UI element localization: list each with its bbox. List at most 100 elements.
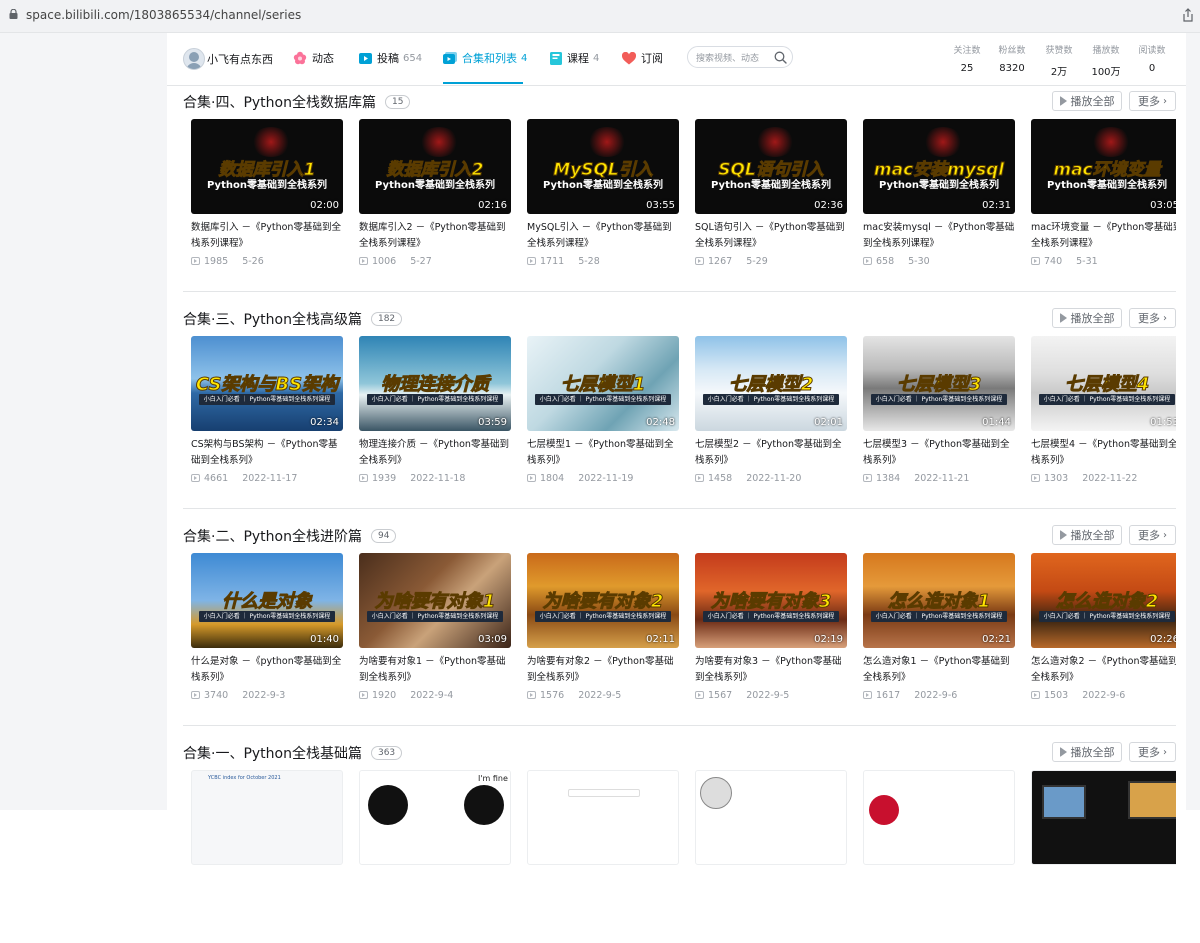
tab-uploads[interactable]: 投稿 654 [359, 50, 422, 66]
stat-followers[interactable]: 粉丝数 8320 [991, 43, 1033, 74]
stat-value: 100万 [1091, 67, 1121, 78]
video-thumbnail[interactable] [695, 770, 847, 865]
video-card[interactable]: mac安装mysql Python零基础到全栈系列 02:31 mac安装mysql … [863, 119, 1015, 268]
video-title[interactable]: MySQL引入 －《Python零基础到全栈系列课程》 [527, 220, 679, 252]
video-thumbnail[interactable] [527, 770, 679, 865]
video-card[interactable]: 数据库引入1 Python零基础到全栈系列 02:00 数据库引入 －《Python零… [191, 119, 343, 268]
video-title[interactable]: 数据库引入 －《Python零基础到全栈系列课程》 [191, 220, 343, 252]
video-card[interactable]: 七层模型4 小白入门必看 ｜ Python零基础到全栈系列课程 01:53 七层模型4… [1031, 336, 1176, 485]
thumbnail-subtitle: 小白入门必看 ｜ Python零基础到全栈系列课程 [1039, 611, 1175, 622]
video-card[interactable]: YCBC index for October 2021 [191, 770, 343, 865]
tab-collections[interactable]: 合集和列表 4 [443, 50, 527, 66]
video-title[interactable]: SQL语句引入 －《Python零基础到全栈系列课程》 [695, 220, 847, 252]
url-text[interactable]: space.bilibili.com/1803865534/channel/se… [26, 8, 301, 22]
video-thumbnail[interactable]: 为啥要有对象1 小白入门必看 ｜ Python零基础到全栈系列课程 03:09 [359, 553, 511, 648]
thumbnail-subtitle: Python零基础到全栈系列 [207, 180, 327, 191]
video-card[interactable] [1031, 770, 1176, 865]
video-thumbnail[interactable]: 七层模型4 小白入门必看 ｜ Python零基础到全栈系列课程 01:53 [1031, 336, 1176, 431]
video-card[interactable]: 七层模型1 小白入门必看 ｜ Python零基础到全栈系列课程 02:48 七层模型1… [527, 336, 679, 485]
tab-courses[interactable]: 课程 4 [550, 50, 599, 66]
video-title[interactable]: mac环境变量 －《Python零基础到全栈系列课程》 [1031, 220, 1176, 252]
video-thumbnail[interactable]: YCBC index for October 2021 [191, 770, 343, 865]
video-thumbnail[interactable]: 数据库引入2 Python零基础到全栈系列 02:16 [359, 119, 511, 214]
stat-following[interactable]: 关注数 25 [946, 43, 988, 74]
video-title[interactable]: CS架构与BS架构 －《Python零基础到全栈系列》 [191, 437, 343, 469]
video-title[interactable]: 七层模型4 －《Python零基础到全栈系列》 [1031, 437, 1176, 469]
video-title[interactable]: 为啥要有对象3 －《Python零基础到全栈系列》 [695, 654, 847, 686]
video-thumbnail[interactable]: mac安装mysql Python零基础到全栈系列 02:31 [863, 119, 1015, 214]
publish-date: 2022-9-6 [1082, 689, 1126, 701]
profile-nav: 小飞有点东西 动态 投稿 654 合集和列表 4 课程 4 订阅 搜索视频、动态… [167, 33, 1186, 86]
video-thumbnail[interactable] [1031, 770, 1176, 865]
video-card[interactable]: CS架构与BS架构 小白入门必看 ｜ Python零基础到全栈系列课程 02:34 C… [191, 336, 343, 485]
video-thumbnail[interactable]: 七层模型3 小白入门必看 ｜ Python零基础到全栈系列课程 01:44 [863, 336, 1015, 431]
video-title[interactable]: 七层模型1 －《Python零基础到全栈系列》 [527, 437, 679, 469]
video-card[interactable] [527, 770, 679, 865]
video-title[interactable]: 物理连接介质 －《Python零基础到全栈系列》 [359, 437, 511, 469]
meme-face [700, 777, 732, 809]
video-title[interactable]: 什么是对象 －《python零基础到全栈系列》 [191, 654, 343, 686]
video-thumbnail[interactable]: 物理连接介质 小白入门必看 ｜ Python零基础到全栈系列课程 03:59 [359, 336, 511, 431]
search-icon[interactable] [774, 51, 787, 64]
stat-label: 获赞数 [1045, 46, 1073, 56]
video-card[interactable]: 七层模型2 小白入门必看 ｜ Python零基础到全栈系列课程 02:01 七层模型2… [695, 336, 847, 485]
video-thumbnail[interactable]: 为啥要有对象3 小白入门必看 ｜ Python零基础到全栈系列课程 02:19 [695, 553, 847, 648]
tab-subscriptions[interactable]: 订阅 [622, 50, 663, 66]
publish-date: 2022-9-5 [578, 689, 622, 701]
tab-dynamic[interactable]: 动态 [293, 50, 334, 66]
video-card[interactable]: 怎么造对象1 小白入门必看 ｜ Python零基础到全栈系列课程 02:21 怎么造对… [863, 553, 1015, 702]
video-card[interactable]: 为啥要有对象1 小白入门必看 ｜ Python零基础到全栈系列课程 03:09 为啥要… [359, 553, 511, 702]
video-thumbnail[interactable]: 怎么造对象2 小白入门必看 ｜ Python零基础到全栈系列课程 02:26 [1031, 553, 1176, 648]
video-thumbnail[interactable]: 数据库引入1 Python零基础到全栈系列 02:00 [191, 119, 343, 214]
video-thumbnail[interactable]: CS架构与BS架构 小白入门必看 ｜ Python零基础到全栈系列课程 02:34 [191, 336, 343, 431]
video-card[interactable] [863, 770, 1015, 865]
thumbnail-subtitle: 小白入门必看 ｜ Python零基础到全栈系列课程 [703, 611, 839, 622]
publish-date: 2022-11-22 [1082, 472, 1138, 484]
video-title[interactable]: 怎么造对象2 －《Python零基础到全栈系列》 [1031, 654, 1176, 686]
video-title[interactable]: 七层模型3 －《Python零基础到全栈系列》 [863, 437, 1015, 469]
video-title[interactable]: 数据库引入2 －《Python零基础到全栈系列课程》 [359, 220, 511, 252]
video-title[interactable]: 七层模型2 －《Python零基础到全栈系列》 [695, 437, 847, 469]
video-thumbnail[interactable]: 七层模型2 小白入门必看 ｜ Python零基础到全栈系列课程 02:01 [695, 336, 847, 431]
video-card[interactable]: mac环境变量 Python零基础到全栈系列 03:05 mac环境变量 －《Pyth… [1031, 119, 1176, 268]
video-thumbnail[interactable]: mac环境变量 Python零基础到全栈系列 03:05 [1031, 119, 1176, 214]
avatar[interactable] [183, 48, 205, 70]
username[interactable]: 小飞有点东西 [207, 51, 273, 67]
publish-date: 2022-9-3 [242, 689, 286, 701]
video-card[interactable]: MySQL引入 Python零基础到全栈系列 03:55 MySQL引入 －《Pyth… [527, 119, 679, 268]
video-card[interactable]: SQL语句引入 Python零基础到全栈系列 02:36 SQL语句引入 －《Pyth… [695, 119, 847, 268]
video-title[interactable]: 为啥要有对象1 －《Python零基础到全栈系列》 [359, 654, 511, 686]
video-card[interactable]: 物理连接介质 小白入门必看 ｜ Python零基础到全栈系列课程 03:59 物理连接… [359, 336, 511, 485]
video-thumbnail[interactable]: 为啥要有对象2 小白入门必看 ｜ Python零基础到全栈系列课程 02:11 [527, 553, 679, 648]
video-meta: 1939 2022-11-18 [359, 471, 511, 485]
video-card[interactable] [695, 770, 847, 865]
video-card[interactable]: 怎么造对象2 小白入门必看 ｜ Python零基础到全栈系列课程 02:26 怎么造对… [1031, 553, 1176, 702]
video-thumbnail[interactable]: 七层模型1 小白入门必看 ｜ Python零基础到全栈系列课程 02:48 [527, 336, 679, 431]
thumbnail-subtitle: 小白入门必看 ｜ Python零基础到全栈系列课程 [1039, 394, 1175, 405]
publish-date: 2022-9-5 [746, 689, 790, 701]
video-title[interactable]: 为啥要有对象2 －《Python零基础到全栈系列》 [527, 654, 679, 686]
video-card[interactable]: I'm fine [359, 770, 511, 865]
video-meta: 1985 5-26 [191, 254, 343, 268]
video-duration: 02:11 [646, 634, 675, 645]
video-thumbnail[interactable]: 什么是对象 小白入门必看 ｜ Python零基础到全栈系列课程 01:40 [191, 553, 343, 648]
search-input[interactable]: 搜索视频、动态 [696, 51, 759, 64]
video-title[interactable]: 怎么造对象1 －《Python零基础到全栈系列》 [863, 654, 1015, 686]
video-thumbnail[interactable]: MySQL引入 Python零基础到全栈系列 03:55 [527, 119, 679, 214]
video-thumbnail[interactable] [863, 770, 1015, 865]
video-card[interactable]: 为啥要有对象2 小白入门必看 ｜ Python零基础到全栈系列课程 02:11 为啥要… [527, 553, 679, 702]
video-card[interactable]: 数据库引入2 Python零基础到全栈系列 02:16 数据库引入2 －《Python… [359, 119, 511, 268]
video-thumbnail[interactable]: 怎么造对象1 小白入门必看 ｜ Python零基础到全栈系列课程 02:21 [863, 553, 1015, 648]
video-card[interactable]: 七层模型3 小白入门必看 ｜ Python零基础到全栈系列课程 01:44 七层模型3… [863, 336, 1015, 485]
video-duration: 02:48 [646, 417, 675, 428]
video-card[interactable]: 为啥要有对象3 小白入门必看 ｜ Python零基础到全栈系列课程 02:19 为啥要… [695, 553, 847, 702]
video-title[interactable]: mac安装mysql －《Python零基础到全栈系列课程》 [863, 220, 1015, 252]
video-card[interactable]: 什么是对象 小白入门必看 ｜ Python零基础到全栈系列课程 01:40 什么是对象… [191, 553, 343, 702]
video-duration: 02:00 [310, 200, 339, 211]
search-box[interactable]: 搜索视频、动态 [687, 46, 793, 68]
tab-courses-count: 4 [593, 52, 600, 64]
play-count-icon [863, 257, 872, 265]
video-thumbnail[interactable]: I'm fine [359, 770, 511, 865]
video-thumbnail[interactable]: SQL语句引入 Python零基础到全栈系列 02:36 [695, 119, 847, 214]
share-icon[interactable] [1182, 8, 1194, 22]
